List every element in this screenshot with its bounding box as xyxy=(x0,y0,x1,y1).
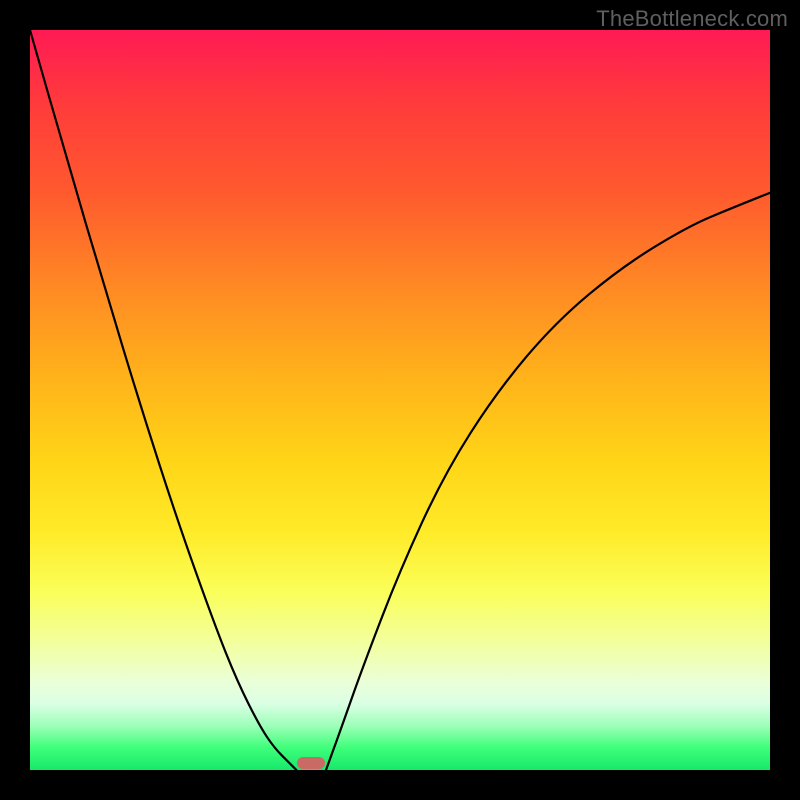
plot-area xyxy=(30,30,770,770)
right-branch-curve xyxy=(326,193,770,770)
chart-frame: TheBottleneck.com xyxy=(0,0,800,800)
left-branch-curve xyxy=(30,30,296,770)
bottleneck-marker xyxy=(297,757,325,769)
watermark-text: TheBottleneck.com xyxy=(596,6,788,32)
curve-layer xyxy=(30,30,770,770)
